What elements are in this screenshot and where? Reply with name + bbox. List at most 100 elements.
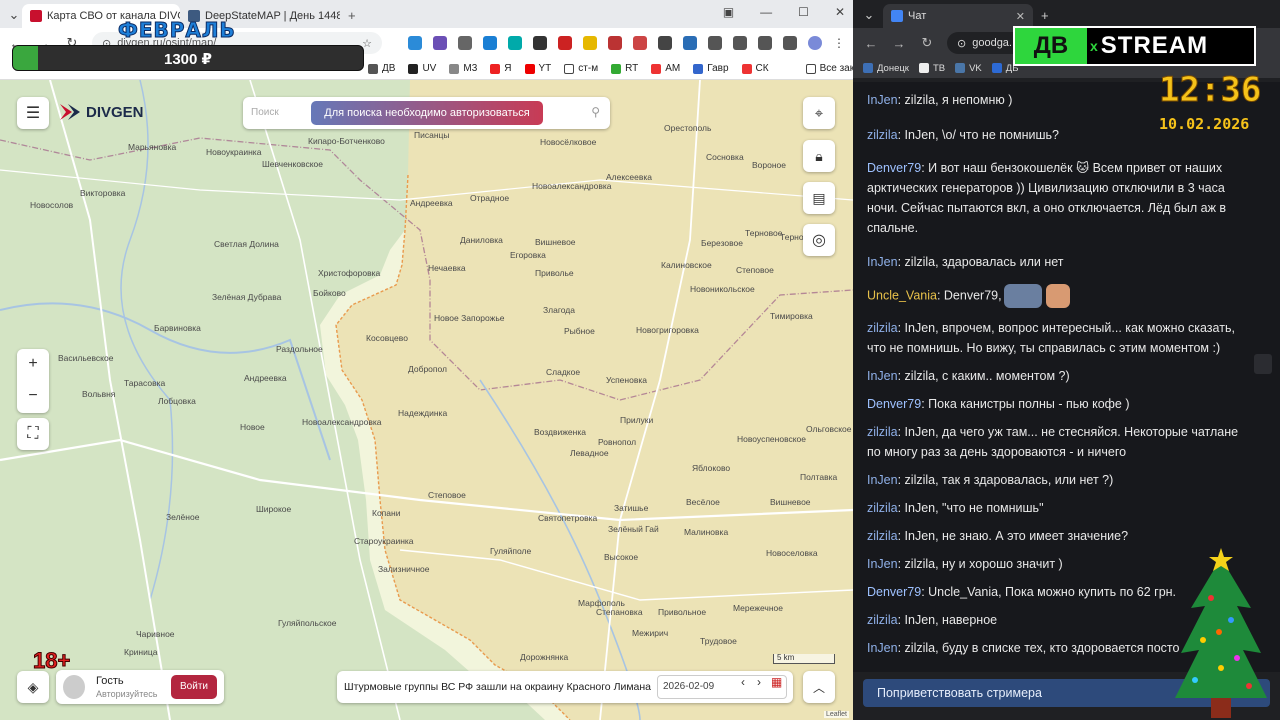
map-place-label: Новоселовка xyxy=(766,548,818,558)
location-pin-icon[interactable]: ⌖ xyxy=(803,97,835,129)
extension-icon[interactable] xyxy=(408,36,422,50)
target-icon[interactable]: ◎ xyxy=(803,224,835,256)
all-bookmarks-button[interactable]: Все закладки xyxy=(805,63,853,74)
bookmark-item[interactable]: YT xyxy=(524,63,551,74)
map-place-label: Светлая Долина xyxy=(214,239,279,249)
maximize-icon[interactable]: ☐ xyxy=(798,5,809,19)
ruler-icon[interactable]: ▤ xyxy=(803,182,835,214)
bookmark-item[interactable]: ТВ xyxy=(918,63,945,74)
new-tab-icon[interactable]: + xyxy=(1041,8,1049,23)
back-icon[interactable]: ← xyxy=(863,36,879,51)
chat-scrollbar[interactable] xyxy=(1254,354,1272,374)
chat-username[interactable]: InJen xyxy=(867,93,898,107)
map-place-label: Ровнопол xyxy=(598,437,637,447)
extension-icon[interactable] xyxy=(633,36,647,50)
site-info-icon[interactable]: ⊙ xyxy=(957,37,966,50)
chat-username[interactable]: InJen xyxy=(867,641,898,655)
menu-hamburger-icon[interactable]: ☰ xyxy=(17,97,49,129)
login-button[interactable]: Войти xyxy=(171,675,217,699)
bookmark-item[interactable]: АМ xyxy=(651,63,680,74)
extension-icon[interactable] xyxy=(583,36,597,50)
map-place-label: Новосёлковое xyxy=(540,137,597,147)
fullscreen-icon[interactable]: ⛶ xyxy=(17,418,49,450)
tab-list-icon[interactable]: ⌄ xyxy=(6,7,22,23)
extension-icon[interactable] xyxy=(433,36,447,50)
map-place-label: Криница xyxy=(124,647,158,657)
chat-username[interactable]: Denver79 xyxy=(867,397,921,411)
chat-username[interactable]: InJen xyxy=(867,369,898,383)
bookmark-item[interactable]: ДВ xyxy=(368,63,395,74)
close-window-icon[interactable]: ✕ xyxy=(835,5,845,19)
bookmark-item[interactable]: Донецк xyxy=(863,63,909,74)
search-icon[interactable]: ⚲ xyxy=(591,105,600,119)
chat-username[interactable]: Denver79 xyxy=(867,161,921,175)
expand-up-icon[interactable]: ︿ xyxy=(803,671,835,703)
bookmark-item[interactable]: RT xyxy=(611,63,638,74)
extension-icon[interactable] xyxy=(558,36,572,50)
bookmark-item[interactable]: UV xyxy=(408,63,436,74)
map-place-label: Кипаро-Ботченково xyxy=(308,136,385,146)
chat-username[interactable]: zilzila xyxy=(867,613,898,627)
profile-avatar[interactable] xyxy=(808,36,822,50)
chat-username[interactable]: zilzila xyxy=(867,128,898,142)
zoom-out-icon[interactable]: − xyxy=(28,381,37,413)
date-picker[interactable]: 2026-02-09 xyxy=(657,675,787,699)
forward-icon[interactable]: → xyxy=(891,36,907,51)
minimize-icon[interactable]: — xyxy=(760,5,772,19)
prev-date-icon[interactable]: ‹ xyxy=(741,675,745,689)
extension-icon[interactable] xyxy=(658,36,672,50)
map-place-label: Алексеевка xyxy=(606,172,653,182)
map-place-label: Чаривное xyxy=(136,629,175,639)
extension-icon[interactable] xyxy=(508,36,522,50)
bookmark-label: АМ xyxy=(665,63,681,74)
chat-username[interactable]: zilzila xyxy=(867,501,898,515)
menu-kebab-icon[interactable]: ⋮ xyxy=(833,36,845,50)
map-place-label: Мережечное xyxy=(733,603,783,613)
bookmark-item[interactable]: ст-м xyxy=(564,63,598,74)
news-ticker[interactable]: Штурмовые группы ВС РФ зашли на окраину … xyxy=(337,671,793,703)
extension-icon[interactable] xyxy=(683,36,697,50)
bookmark-item[interactable]: Гавр xyxy=(693,63,729,74)
chat-username[interactable]: zilzila xyxy=(867,529,898,543)
google-favicon xyxy=(891,10,903,22)
extension-icon[interactable] xyxy=(533,36,547,50)
extension-icon[interactable] xyxy=(708,36,722,50)
bookmark-item[interactable]: СК xyxy=(741,63,769,74)
chat-username[interactable]: InJen xyxy=(867,255,898,269)
reload-icon[interactable]: ↻ xyxy=(919,35,935,51)
chat-username[interactable]: InJen xyxy=(867,557,898,571)
extension-icon[interactable] xyxy=(483,36,497,50)
bookmark-star-icon[interactable]: ☆ xyxy=(362,37,372,50)
chat-username[interactable]: Denver79 xyxy=(867,585,921,599)
tab-list-icon[interactable]: ⌄ xyxy=(861,7,877,23)
link-icon[interactable] xyxy=(758,36,772,50)
map-canvas[interactable]: Орестополь Писанцы Новоукраинка Шевченковск… xyxy=(0,80,853,720)
clock-time: 12:36 xyxy=(1158,70,1262,111)
chat-username[interactable]: Uncle_Vania xyxy=(867,288,937,302)
chat-username[interactable]: zilzila xyxy=(867,425,898,439)
extension-icon[interactable] xyxy=(458,36,472,50)
bookmark-label: Все закладки xyxy=(819,63,853,74)
chat-username[interactable]: InJen xyxy=(867,473,898,487)
tab-chat[interactable]: Чат ✕ xyxy=(883,4,1033,28)
next-date-icon[interactable]: › xyxy=(757,675,761,689)
chat-text: zilzila, я непомню ) xyxy=(904,93,1013,107)
donation-goal-bar: 1300 ₽ xyxy=(12,45,364,71)
key-icon[interactable] xyxy=(733,36,747,50)
close-tab-icon[interactable]: ✕ xyxy=(1016,10,1025,23)
map-search[interactable]: Поиск Для поиска необходимо авторизовать… xyxy=(243,97,610,129)
bookmark-item[interactable]: Я xyxy=(490,63,512,74)
map-place-label: Вольвня xyxy=(82,389,116,399)
bookmark-item[interactable]: VK xyxy=(955,63,982,74)
extension-icon[interactable] xyxy=(608,36,622,50)
lock-icon[interactable]: 🔒︎ xyxy=(803,140,835,172)
tab-search-icon[interactable]: ▣ xyxy=(723,5,734,19)
zoom-in-icon[interactable]: + xyxy=(28,349,37,381)
calendar-icon[interactable]: ▦ xyxy=(771,675,782,689)
new-tab-icon[interactable]: + xyxy=(348,8,356,23)
chat-username[interactable]: zilzila xyxy=(867,321,898,335)
map-attribution[interactable]: Leaflet xyxy=(823,711,849,718)
layers-icon[interactable]: ◈ xyxy=(17,671,49,703)
sidebar-icon[interactable] xyxy=(783,36,797,50)
bookmark-item[interactable]: М3 xyxy=(449,63,477,74)
